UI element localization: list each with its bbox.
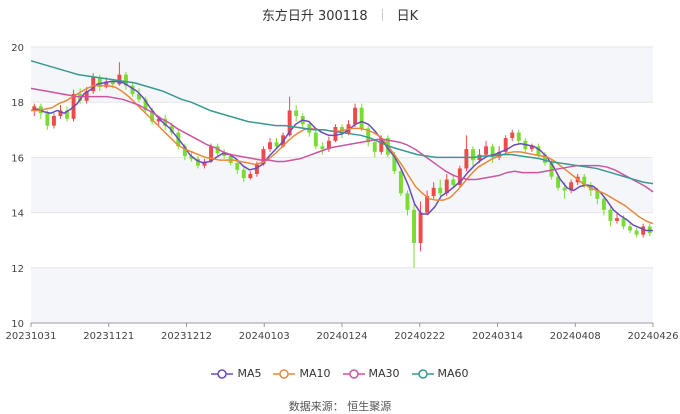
y-tick-label: 20 bbox=[11, 43, 24, 54]
candle-body bbox=[615, 218, 619, 221]
legend-marker-icon bbox=[211, 368, 234, 379]
plot-band bbox=[31, 267, 653, 323]
x-tick-label: 20240222 bbox=[394, 331, 445, 342]
legend-label: MA10 bbox=[299, 367, 331, 380]
x-tick-label: 20231121 bbox=[83, 331, 134, 342]
candle-body bbox=[484, 146, 489, 155]
candle-body bbox=[562, 187, 567, 191]
candle-body bbox=[372, 142, 377, 152]
x-tick-label: 20240103 bbox=[239, 331, 290, 342]
legend-label: MA60 bbox=[437, 367, 469, 380]
candle-body bbox=[294, 110, 299, 116]
x-tick-label: 20240124 bbox=[317, 331, 368, 342]
candle-body bbox=[248, 173, 253, 179]
candle-body bbox=[608, 209, 613, 221]
candle-body bbox=[418, 212, 423, 243]
candle-body bbox=[634, 230, 639, 235]
x-tick-label: 20240426 bbox=[628, 331, 679, 342]
y-axis: 10 12 14 16 18 20 bbox=[11, 43, 24, 330]
legend-item-ma30[interactable]: MA30 bbox=[342, 367, 400, 380]
legend-marker-icon bbox=[411, 368, 434, 379]
candle-body bbox=[45, 113, 50, 126]
legend-label: MA30 bbox=[368, 367, 400, 380]
candle-body bbox=[470, 149, 475, 161]
candle-body bbox=[398, 171, 403, 194]
x-tick-label: 20231212 bbox=[161, 331, 212, 342]
data-source: 数据来源： 恒生聚源 bbox=[288, 400, 392, 413]
y-tick-label: 10 bbox=[11, 319, 24, 330]
candle-body bbox=[412, 209, 416, 243]
candle-body bbox=[353, 107, 358, 125]
candle-body bbox=[405, 193, 410, 210]
candle-body bbox=[601, 198, 606, 210]
legend-marker-icon bbox=[273, 368, 296, 379]
x-tick-label: 20240314 bbox=[472, 331, 523, 342]
candle-body bbox=[628, 226, 633, 231]
candle-body bbox=[241, 169, 246, 179]
legend-item-ma60[interactable]: MA60 bbox=[411, 367, 469, 380]
candle-body bbox=[516, 132, 521, 141]
candle-body bbox=[510, 132, 515, 139]
candle-body bbox=[313, 132, 318, 147]
candle-body bbox=[359, 107, 364, 129]
y-tick-label: 16 bbox=[11, 153, 24, 164]
candle-body bbox=[451, 179, 456, 185]
candle-body bbox=[464, 149, 469, 169]
legend-marker-icon bbox=[342, 368, 365, 379]
legend-item-ma5[interactable]: MA5 bbox=[211, 367, 261, 380]
candle-body bbox=[438, 187, 443, 194]
candle-body bbox=[235, 162, 240, 170]
candle-body bbox=[320, 146, 325, 150]
candle-body bbox=[51, 116, 56, 126]
candle-body bbox=[431, 187, 436, 197]
legend-item-ma10[interactable]: MA10 bbox=[273, 367, 331, 380]
candle-body bbox=[274, 142, 279, 147]
x-axis: 20231031 20231121 20231212 20240103 20240124… bbox=[6, 322, 679, 342]
candle-body bbox=[268, 142, 272, 150]
legend-label: MA5 bbox=[237, 367, 262, 380]
x-tick-label: 20231031 bbox=[6, 331, 57, 342]
y-tick-label: 14 bbox=[11, 209, 24, 220]
kline-chart: 101214161820 20231031 20231121 20231212 202… bbox=[6, 43, 679, 342]
legend: MA5 MA10 MA30 MA60 bbox=[0, 367, 680, 383]
y-tick-label: 18 bbox=[11, 98, 24, 109]
chart-stage: 东方日升 300118 日K 10 12 14 16 18 20 20231031 20231… bbox=[0, 0, 680, 413]
candle-body bbox=[333, 127, 338, 141]
x-tick-label: 20240408 bbox=[550, 331, 601, 342]
y-tick-label: 12 bbox=[11, 264, 24, 275]
